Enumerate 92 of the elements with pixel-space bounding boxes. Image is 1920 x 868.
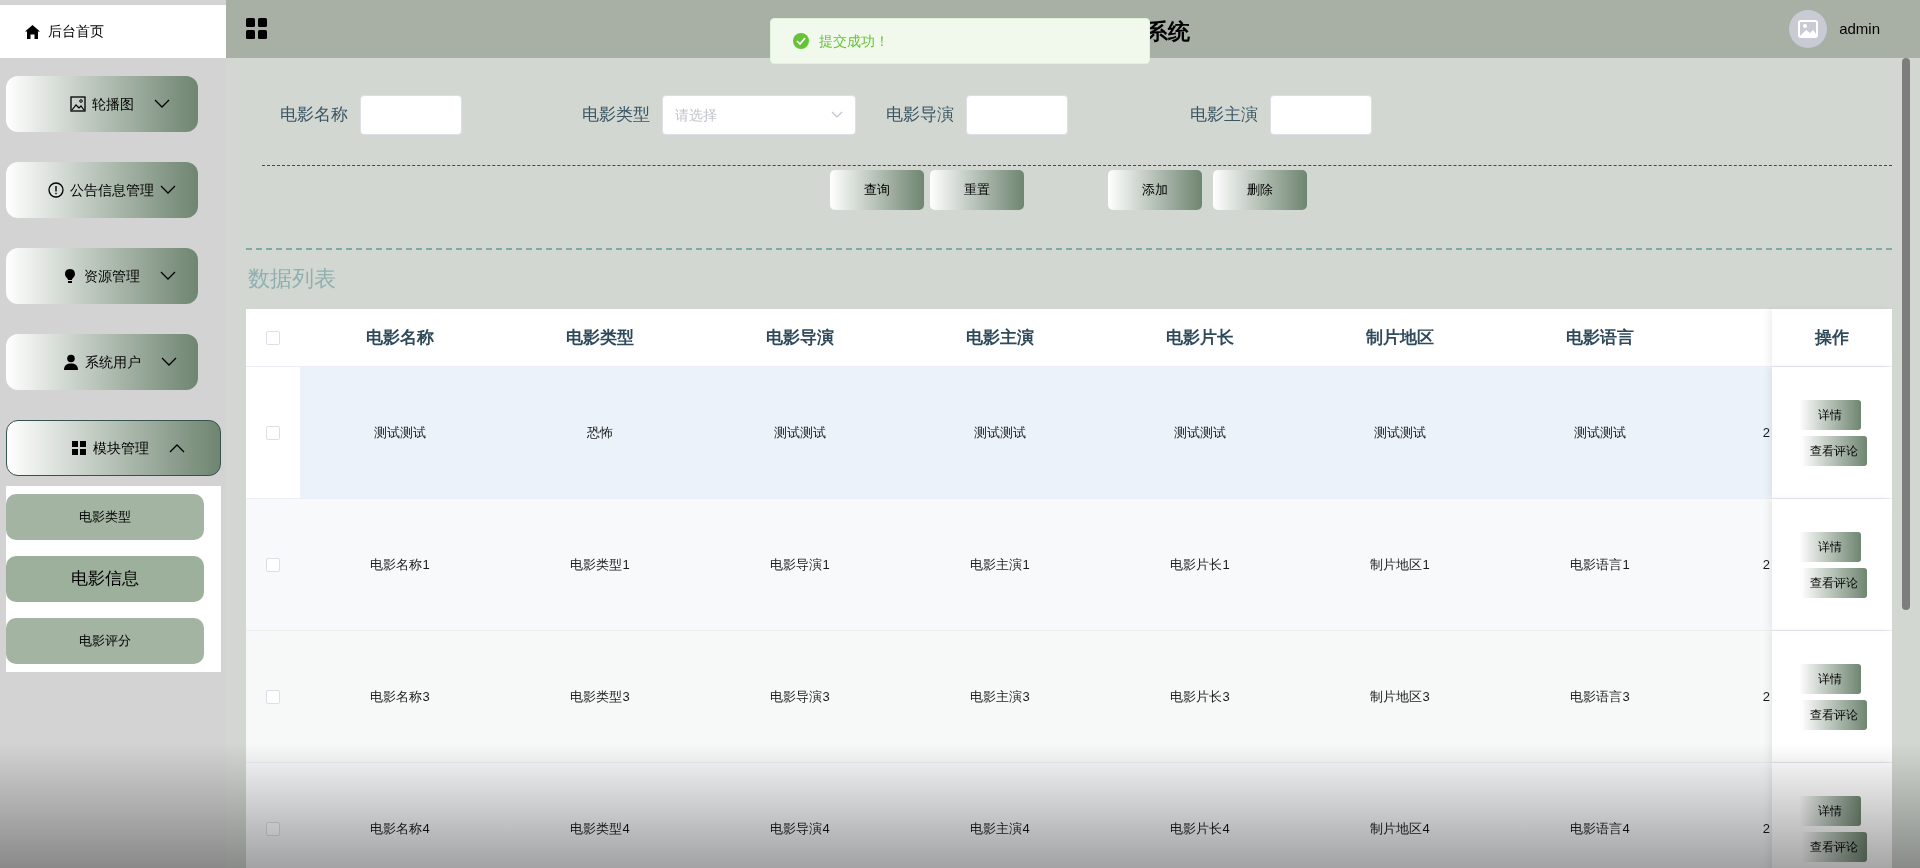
submenu-item[interactable]: 电影类型 (6, 494, 204, 540)
table-cell-text: 测试测试 (1374, 423, 1426, 442)
table-cell-text: 电影名称3 (370, 687, 430, 706)
home-icon (25, 24, 40, 39)
field-label: 电影名称 (280, 104, 348, 127)
table-cell-text: 电影类型3 (570, 687, 630, 706)
table-cell-text: 电影类型1 (570, 555, 630, 574)
toolbar-button[interactable]: 删除 (1213, 170, 1307, 210)
table-cell-text: 电影名称1 (370, 555, 430, 574)
table-cell-text: 电影主演4 (970, 819, 1030, 838)
grid-icon (71, 440, 87, 456)
toolbar-button[interactable]: 添加 (1108, 170, 1202, 210)
table-cell-text: 2 (1762, 423, 1770, 442)
username[interactable]: admin (1839, 17, 1880, 41)
column-header[interactable]: 电影主演 (966, 324, 1034, 351)
submenu-item[interactable]: 电影评分 (6, 618, 204, 664)
table-cell-text: 测试测试 (774, 423, 826, 442)
table-cell-text: 制片地区1 (1370, 555, 1430, 574)
menu-item[interactable]: 模块管理 (6, 420, 221, 476)
table-cell-text: 电影片长1 (1170, 555, 1230, 574)
column-header[interactable]: 电影片长 (1166, 324, 1234, 351)
chevron-down-icon (154, 99, 170, 109)
input-field[interactable] (360, 95, 462, 135)
table-cell-text: 测试测试 (374, 423, 426, 442)
table-cell-text: 测试测试 (1574, 423, 1626, 442)
table-cell-text: 电影主演1 (970, 555, 1030, 574)
row-action-button[interactable]: 详情 (1799, 399, 1861, 430)
row-action-button[interactable]: 查看评论 (1801, 699, 1867, 730)
toast-message: 提交成功！ (819, 31, 889, 51)
table-cell-text: 电影语言4 (1570, 819, 1630, 838)
input-field[interactable] (1270, 95, 1372, 135)
menu-grid-icon[interactable] (246, 18, 268, 40)
table-cell-text: 制片地区4 (1370, 819, 1430, 838)
column-header[interactable]: 电影类型 (566, 324, 634, 351)
table-cell-text: 电影类型4 (570, 819, 630, 838)
checkbox[interactable] (266, 689, 280, 704)
menu-item[interactable]: 系统用户 (6, 334, 198, 390)
field-label: 电影主演 (1190, 104, 1258, 127)
row-action-button[interactable]: 详情 (1799, 663, 1861, 694)
row-action-button[interactable]: 查看评论 (1801, 435, 1867, 466)
table-cell-text: 电影语言1 (1570, 555, 1630, 574)
table-cell-text: 2 (1762, 819, 1770, 838)
chevron-up-icon (169, 443, 185, 453)
field-label: 电影导演 (886, 104, 954, 127)
column-header: 操作 (1815, 326, 1849, 349)
table-cell-text: 电影导演1 (770, 555, 830, 574)
menu-item[interactable]: 轮播图 (6, 76, 198, 132)
table-cell-text: 电影片长3 (1170, 687, 1230, 706)
toolbar-button[interactable]: 查询 (830, 170, 924, 210)
checkbox[interactable] (266, 821, 280, 836)
bulb-icon (62, 268, 78, 284)
chevron-down-icon (161, 357, 177, 367)
info-icon (48, 182, 64, 198)
table-cell-text: 2 (1762, 555, 1770, 574)
chevron-down-icon (160, 271, 176, 281)
submenu-item[interactable]: 电影信息 (6, 556, 204, 602)
avatar-icon[interactable] (1789, 10, 1828, 48)
row-action-button[interactable]: 查看评论 (1801, 831, 1867, 862)
chevron-down-icon (160, 185, 176, 195)
checkbox[interactable] (266, 425, 280, 440)
table-cell-text: 电影主演3 (970, 687, 1030, 706)
row-action-button[interactable]: 详情 (1799, 795, 1861, 826)
user-icon (63, 354, 79, 370)
toolbar-button[interactable]: 重置 (930, 170, 1024, 210)
chevron-down-icon (831, 111, 843, 119)
input-field[interactable] (966, 95, 1068, 135)
table-cell-text: 恐怖 (587, 423, 613, 442)
menu-item[interactable]: 公告信息管理 (6, 162, 198, 218)
column-header[interactable]: 电影语言 (1566, 324, 1634, 351)
home-menu-item[interactable]: 后台首页 (0, 5, 226, 58)
checkbox[interactable] (266, 330, 280, 345)
column-header[interactable]: 制片地区 (1366, 324, 1434, 351)
table-cell-text: 制片地区3 (1370, 687, 1430, 706)
menu-item[interactable]: 资源管理 (6, 248, 198, 304)
table-cell-text: 电影名称4 (370, 819, 430, 838)
table-cell-text: 电影导演4 (770, 819, 830, 838)
table-cell-text: 测试测试 (974, 423, 1026, 442)
table-cell-text: 电影片长4 (1170, 819, 1230, 838)
checkbox[interactable] (266, 557, 280, 572)
field-label: 电影类型 (582, 104, 650, 127)
table-cell-text: 2 (1762, 687, 1770, 706)
row-action-button[interactable]: 详情 (1799, 531, 1861, 562)
row-action-button[interactable]: 查看评论 (1801, 567, 1867, 598)
table-cell-text: 电影导演3 (770, 687, 830, 706)
section-title: 数据列表 (248, 265, 337, 293)
scrollbar[interactable] (1902, 58, 1910, 610)
table-cell-text: 测试测试 (1174, 423, 1226, 442)
check-circle-icon (793, 33, 809, 49)
table-cell-text: 电影语言3 (1570, 687, 1630, 706)
column-header[interactable]: 电影导演 (766, 324, 834, 351)
picture-icon (70, 96, 86, 112)
column-header[interactable]: 电影名称 (366, 324, 434, 351)
